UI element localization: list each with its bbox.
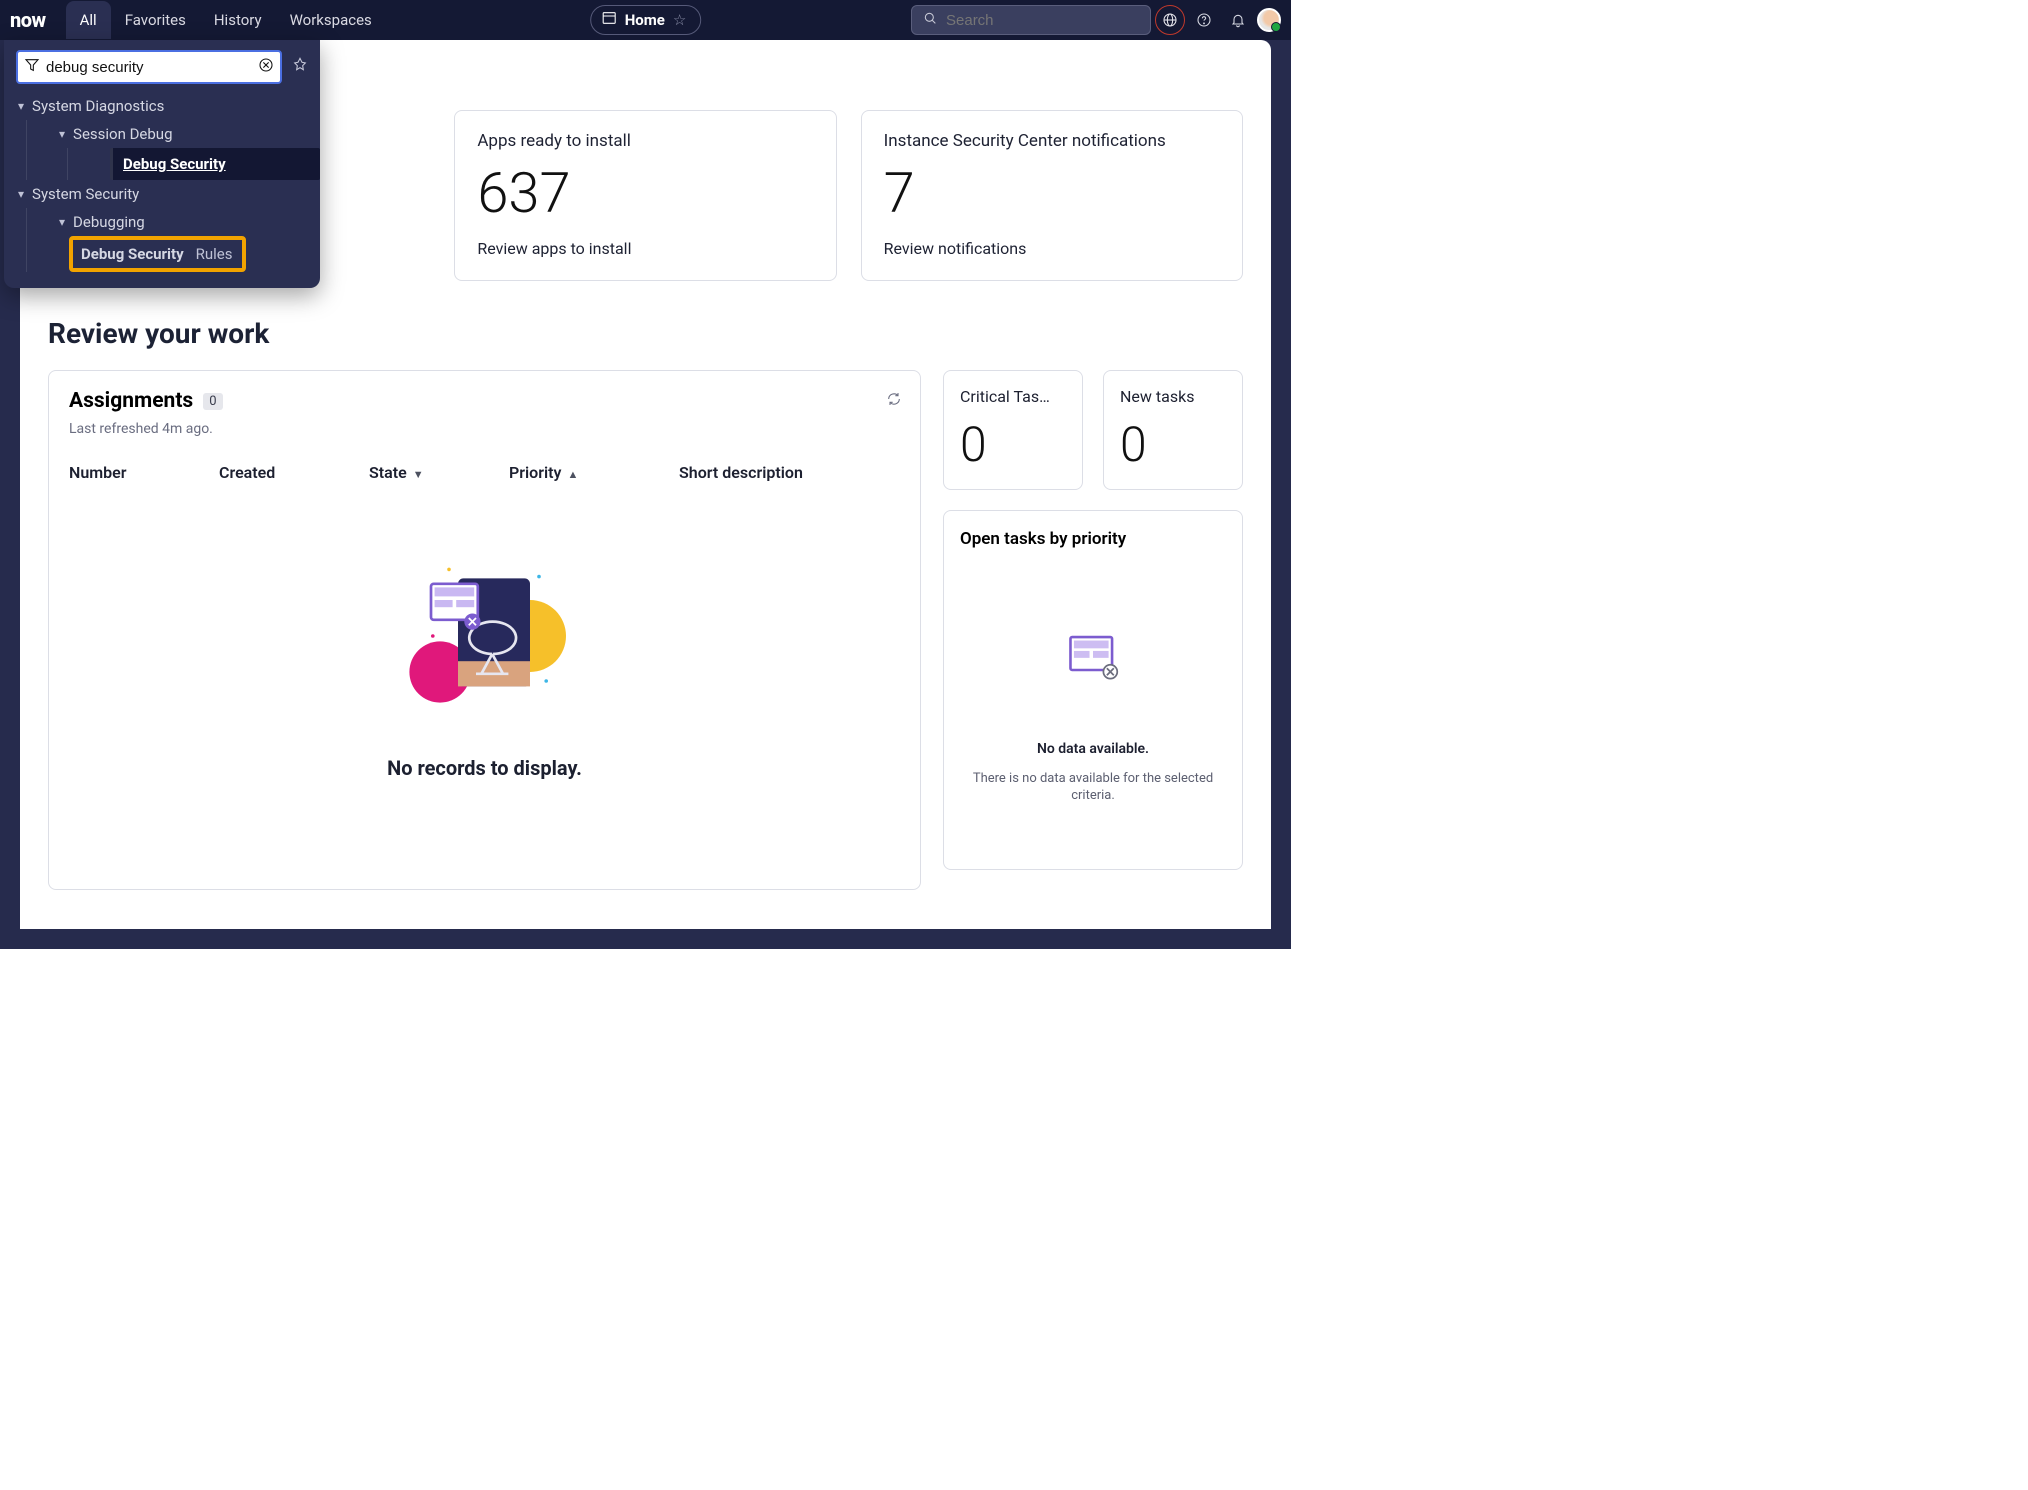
global-search[interactable] [911,5,1151,35]
col-priority[interactable]: Priority ▲ [509,463,679,482]
col-priority-label: Priority [509,463,561,482]
card-value: 7 [884,165,1220,221]
mini-value: 0 [960,416,1066,473]
chevron-down-icon: ▾ [59,127,65,141]
card-critical-tasks[interactable]: Critical Tas… 0 [943,370,1083,490]
sort-desc-icon: ▼ [413,468,424,481]
top-nav: now All Favorites History Workspaces Hom… [0,0,1291,40]
col-state[interactable]: State ▼ [369,463,509,482]
card-apps-ready[interactable]: Apps ready to install 637 Review apps to… [454,110,836,281]
assignments-title: Assignments [69,389,193,413]
col-created[interactable]: Created [219,463,369,482]
sort-asc-icon: ▲ [567,468,578,481]
card-link[interactable]: Review notifications [884,239,1220,258]
tab-history[interactable]: History [200,1,276,39]
no-data-sub: There is no data available for the selec… [960,771,1226,805]
chevron-down-icon: ▾ [59,215,65,229]
pin-icon[interactable] [292,57,308,77]
globe-icon[interactable] [1155,5,1185,35]
assignments-header: Assignments 0 [69,389,900,413]
star-icon[interactable]: ☆ [673,11,686,29]
chevron-down-icon: ▾ [18,99,24,113]
mini-value: 0 [1120,416,1226,473]
tree-label: Session Debug [73,125,172,143]
clear-filter-icon[interactable] [258,57,274,77]
assignments-card: Assignments 0 Last refreshed 4m ago. Num… [48,370,921,890]
all-menu-dropdown: ▾ System Diagnostics ▾ Session Debug Deb… [4,40,320,288]
card-open-tasks-priority: Open tasks by priority No data available… [943,510,1243,870]
tab-all[interactable]: All [66,1,111,39]
card-value: 637 [477,165,813,221]
assignments-count: 0 [203,393,222,410]
tree-item-debug-security-rules[interactable]: Debug Security Rules [69,236,246,272]
last-refreshed: Last refreshed 4m ago. [69,421,900,437]
logo: now [10,8,46,32]
bell-icon[interactable] [1223,5,1253,35]
global-search-input[interactable] [946,12,1145,29]
tree-label: System Diagnostics [32,97,164,115]
top-right-cluster [911,5,1291,35]
tree-group-system-diagnostics[interactable]: ▾ System Diagnostics [4,92,320,120]
tree-label: System Security [32,185,139,203]
help-icon[interactable] [1189,5,1219,35]
priority-title: Open tasks by priority [960,529,1226,549]
mini-title: New tasks [1120,387,1226,406]
tree-label-rest: Rules [196,245,233,263]
tree-label: Debug Security [123,155,226,173]
card-link[interactable]: Review apps to install [477,239,813,258]
empty-state: No records to display. [69,542,900,780]
card-isc-notifs[interactable]: Instance Security Center notifications 7… [861,110,1243,281]
nav-tabs: All Favorites History Workspaces [66,1,386,39]
priority-empty-state: No data available. There is no data avai… [960,589,1226,849]
tree-group-session-debug[interactable]: ▾ Session Debug [27,120,320,148]
home-pill[interactable]: Home ☆ [590,5,702,35]
tree-group-system-security[interactable]: ▾ System Security [4,180,320,208]
refresh-icon[interactable] [886,391,902,411]
filter-row [4,40,320,90]
home-label: Home [625,11,665,29]
tree-item-debug-security[interactable]: Debug Security [110,148,320,180]
mini-title: Critical Tas… [960,387,1066,406]
card-new-tasks[interactable]: New tasks 0 [1103,370,1243,490]
tree-group-debugging[interactable]: ▾ Debugging [27,208,320,236]
chevron-down-icon: ▾ [18,187,24,201]
no-data-title: No data available. [1037,741,1149,757]
no-records-msg: No records to display. [387,756,582,780]
table-header: Number Created State ▼ Priority ▲ Short de… [69,463,900,482]
tree-label-bold: Debug Security [81,245,184,263]
col-number[interactable]: Number [69,463,219,482]
mini-cards: Critical Tas… 0 New tasks 0 [943,370,1243,490]
card-title: Apps ready to install [477,131,813,151]
lower-grid: Assignments 0 Last refreshed 4m ago. Num… [48,370,1243,890]
filter-input-wrap[interactable] [16,50,282,84]
no-data-icon [1067,633,1119,681]
nav-tree: ▾ System Diagnostics ▾ Session Debug Deb… [4,90,320,278]
card-title: Instance Security Center notifications [884,131,1220,151]
avatar[interactable] [1257,8,1281,32]
side-column: Critical Tas… 0 New tasks 0 Open tasks b… [943,370,1243,890]
col-state-label: State [369,463,407,482]
filter-icon [24,57,40,77]
section-title: Review your work [48,317,1243,350]
window-icon [601,10,617,30]
search-icon [922,10,938,30]
tab-workspaces[interactable]: Workspaces [276,1,386,39]
empty-illustration-icon [395,542,575,712]
tree-label: Debugging [73,213,145,231]
col-short-desc[interactable]: Short description [679,463,900,482]
filter-input[interactable] [46,59,252,76]
tab-favorites[interactable]: Favorites [111,1,200,39]
